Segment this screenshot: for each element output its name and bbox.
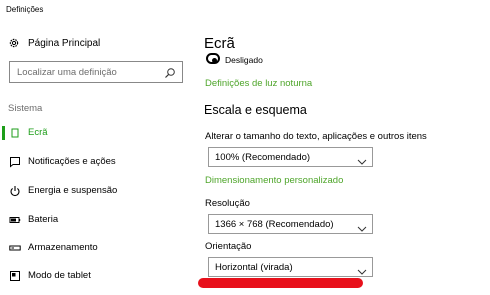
sidebar-item-power[interactable]: Energia e suspensão xyxy=(0,180,192,202)
sidebar-item-label: Notificações e ações xyxy=(28,156,116,167)
notifications-icon xyxy=(9,156,21,168)
item-indicator xyxy=(2,269,5,283)
battery-icon xyxy=(9,214,21,226)
search-placeholder: Localizar uma definição xyxy=(17,67,117,78)
active-indicator xyxy=(2,126,5,140)
item-indicator xyxy=(2,155,5,169)
orientation-label: Orientação xyxy=(205,241,252,252)
home-label: Página Principal xyxy=(28,37,101,49)
chevron-down-icon xyxy=(357,263,367,275)
home-link[interactable]: Página Principal xyxy=(8,37,100,49)
sidebar-item-label: Bateria xyxy=(28,214,59,225)
resolution-value: 1366 × 768 (Recomendado) xyxy=(215,219,334,230)
custom-scaling-link[interactable]: Dimensionamento personalizado xyxy=(205,175,343,186)
storage-icon xyxy=(9,242,21,254)
page-title: Ecrã xyxy=(204,35,235,52)
resolution-dropdown[interactable]: 1366 × 768 (Recomendado) xyxy=(208,214,373,234)
section-label: Sistema xyxy=(8,103,43,114)
night-light-toggle[interactable] xyxy=(206,53,220,64)
night-light-state: Desligado xyxy=(225,55,263,65)
chevron-down-icon xyxy=(357,153,367,165)
orientation-dropdown[interactable]: Horizontal (virada) xyxy=(208,257,373,277)
search-input[interactable]: Localizar uma definição xyxy=(9,61,183,83)
item-indicator xyxy=(2,213,5,227)
sidebar-item-label: Armazenamento xyxy=(28,242,98,253)
orientation-value: Horizontal (virada) xyxy=(215,262,293,273)
sidebar: Página Principal Localizar uma definição… xyxy=(0,0,192,295)
scale-value: 100% (Recomendado) xyxy=(215,152,311,163)
chevron-down-icon xyxy=(357,220,367,232)
night-light-settings-link[interactable]: Definições de luz noturna xyxy=(205,78,312,89)
gear-icon xyxy=(8,37,20,49)
scale-heading: Escala e esquema xyxy=(204,103,307,117)
scale-label: Alterar o tamanho do texto, aplicações e… xyxy=(205,131,427,142)
toggle-knob xyxy=(212,58,217,63)
display-icon xyxy=(9,127,21,139)
power-icon xyxy=(9,185,21,197)
sidebar-item-notifications[interactable]: Notificações e ações xyxy=(0,151,192,173)
resolution-label: Resolução xyxy=(205,198,250,209)
sidebar-item-label: Energia e suspensão xyxy=(28,185,118,196)
sidebar-item-storage[interactable]: Armazenamento xyxy=(0,237,192,259)
tablet-mode-icon xyxy=(9,270,21,282)
sidebar-item-label: Modo de tablet xyxy=(28,270,91,281)
sidebar-item-battery[interactable]: Bateria xyxy=(0,209,192,231)
item-indicator xyxy=(2,241,5,255)
red-annotation-underline xyxy=(198,278,363,288)
scale-dropdown[interactable]: 100% (Recomendado) xyxy=(208,147,373,167)
main-panel: Ecrã Desligado Definições de luz noturna… xyxy=(204,0,490,295)
item-indicator xyxy=(2,184,5,198)
search-icon[interactable] xyxy=(164,66,176,78)
sidebar-item-label: Ecrã xyxy=(28,127,48,138)
sidebar-item-display[interactable]: Ecrã xyxy=(0,122,192,144)
sidebar-item-tablet-mode[interactable]: Modo de tablet xyxy=(0,265,192,287)
